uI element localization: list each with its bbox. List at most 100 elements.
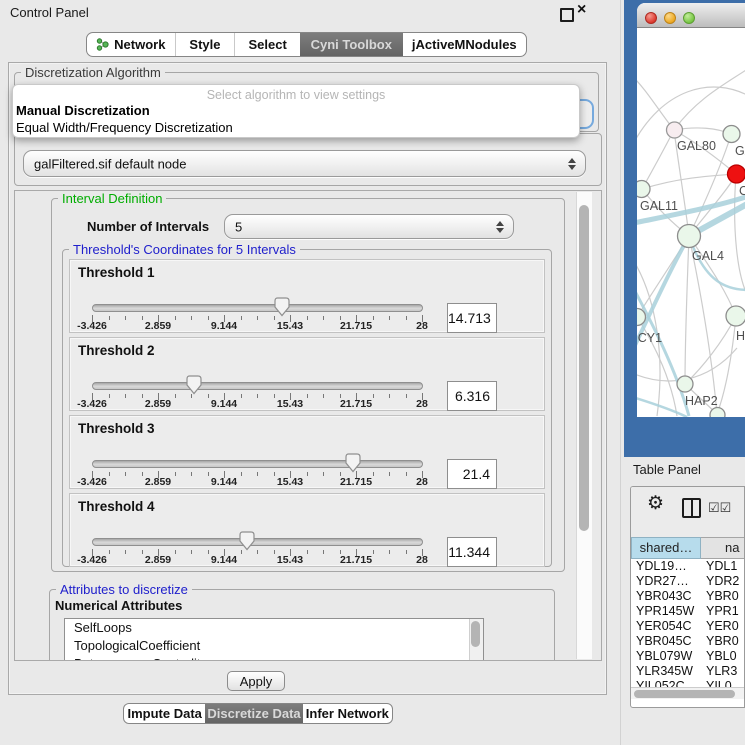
network-node-gal80[interactable]	[667, 122, 683, 138]
slider-track[interactable]	[92, 304, 423, 312]
attribute-list-item[interactable]: SelfLoops	[65, 619, 483, 637]
network-window-titlebar[interactable]	[637, 3, 745, 28]
slider-tick-label: 2.859	[123, 476, 193, 488]
network-node-label: H	[736, 329, 745, 343]
tab-style[interactable]: Style	[175, 33, 235, 56]
slider-thumb[interactable]	[239, 531, 255, 551]
tab-network[interactable]: Network	[87, 33, 175, 56]
menu-item-equal-width-frequency[interactable]: Equal Width/Frequency Discretization	[16, 120, 233, 135]
cell-name: YDR2	[701, 574, 745, 589]
scrollbar-thumb[interactable]	[634, 690, 735, 698]
network-edge[interactable]	[642, 130, 674, 189]
network-node-ga[interactable]	[723, 126, 740, 143]
network-node-h[interactable]	[726, 306, 745, 326]
network-edge[interactable]	[637, 76, 674, 130]
network-edge[interactable]	[685, 236, 689, 384]
slider-tick-label: -3.426	[57, 554, 127, 566]
threshold-value-field[interactable]: 11.344	[447, 537, 497, 567]
attributes-list-scrollbar[interactable]	[469, 619, 483, 661]
slider-track[interactable]	[92, 460, 423, 468]
tab-discretize-data[interactable]: Discretize Data	[205, 704, 302, 723]
tab-cyni-toolbox[interactable]: Cyni Toolbox	[300, 33, 403, 56]
table-row[interactable]: YLR345WYLR3	[631, 664, 745, 679]
numerical-attributes-list[interactable]: SelfLoopsTopologicalCoefficientBetweenne…	[64, 618, 484, 661]
table-row[interactable]: YBL079WYBL0	[631, 649, 745, 664]
close-icon[interactable]: ×	[577, 1, 586, 19]
settings-vertical-scrollbar[interactable]	[576, 192, 592, 659]
table-row[interactable]: YDL19…YDL1	[631, 559, 745, 574]
network-edge[interactable]	[637, 280, 689, 416]
slider-thumb[interactable]	[345, 453, 361, 473]
table-horizontal-scrollbar[interactable]	[631, 687, 744, 699]
threshold-panel: Threshold 1-3.4262.8599.14415.4321.71528…	[69, 259, 545, 333]
network-edge[interactable]	[642, 174, 736, 189]
slider-thumb[interactable]	[274, 297, 290, 317]
split-columns-icon[interactable]	[682, 498, 701, 518]
close-traffic-light-icon[interactable]	[645, 12, 657, 24]
network-edge[interactable]	[674, 68, 745, 130]
apply-button[interactable]: Apply	[227, 671, 285, 691]
cell-shared-name: YPR145W	[631, 604, 701, 619]
attributes-group-label: Attributes to discretize	[56, 582, 192, 597]
slider-tick-label: 2.859	[123, 398, 193, 410]
table-data-combo[interactable]: galFiltered.sif default node	[23, 150, 586, 177]
tab-infer-network[interactable]: Infer Network	[303, 704, 392, 723]
network-graph[interactable]: GAL80GACGAL11GAL4GCY1HHAP2	[637, 28, 745, 417]
threshold-value-field[interactable]: 21.4	[447, 459, 497, 489]
cell-shared-name: YDL19…	[631, 559, 701, 574]
scrollbar-thumb[interactable]	[471, 621, 480, 647]
table-panel-title: Table Panel	[633, 462, 701, 477]
attribute-list-item[interactable]: BetweennessCentrality	[65, 655, 483, 661]
scrollbar-thumb[interactable]	[579, 205, 589, 531]
menu-item-manual-discretization[interactable]: Manual Discretization	[16, 103, 150, 118]
gear-icon[interactable]: ⚙	[647, 492, 664, 515]
network-edge[interactable]	[717, 316, 736, 414]
table-data-combo-value: galFiltered.sif default node	[34, 156, 186, 171]
network-node[interactable]	[710, 408, 725, 418]
slider-track[interactable]	[92, 538, 423, 546]
minimize-traffic-light-icon[interactable]	[664, 12, 676, 24]
threshold-label: Threshold 4	[78, 499, 155, 514]
table-row[interactable]: YBR043CYBR0	[631, 589, 745, 604]
tab-jactivemnodules[interactable]: jActiveMNodules	[403, 33, 526, 56]
tab-impute-data[interactable]: Impute Data	[124, 704, 205, 723]
attribute-list-item[interactable]: TopologicalCoefficient	[65, 637, 483, 655]
network-node-c[interactable]	[728, 165, 745, 183]
network-node-gal11[interactable]	[637, 181, 650, 198]
cell-shared-name: YBR043C	[631, 589, 701, 604]
control-panel-tabbar: NetworkStyleSelectCyni Toolbox jActiveMNo…	[86, 32, 527, 57]
slider-tick-label: 21.715	[321, 554, 391, 566]
cell-shared-name: YER054C	[631, 619, 701, 634]
float-window-icon[interactable]	[560, 8, 574, 22]
threshold-value-field[interactable]: 6.316	[447, 381, 497, 411]
table-row[interactable]: YIL052CYIL0	[631, 679, 745, 687]
thresholds-group-label: Threshold's Coordinates for 5 Intervals	[69, 242, 300, 257]
checkbox-pair-icon[interactable]: ☑☑	[708, 500, 731, 516]
table-row[interactable]: YER054CYER0	[631, 619, 745, 634]
network-node-hap2[interactable]	[677, 376, 693, 392]
table-row[interactable]: YPR145WYPR1	[631, 604, 745, 619]
cell-name: YLR3	[701, 664, 745, 679]
threshold-panel: Threshold 3-3.4262.8599.14415.4321.71528…	[69, 415, 545, 489]
number-of-intervals-combo[interactable]: 5	[224, 214, 514, 239]
slider-tick-label: 15.43	[255, 476, 325, 488]
slider-thumb[interactable]	[186, 375, 202, 395]
slider-track[interactable]	[92, 382, 423, 390]
column-header-shared[interactable]: shared…	[631, 537, 701, 559]
network-canvas[interactable]: GAL80GACGAL11GAL4GCY1HHAP2	[637, 28, 745, 417]
slider-tick-label: 15.43	[255, 398, 325, 410]
table-row[interactable]: YBR045CYBR0	[631, 634, 745, 649]
algorithm-popup-hint: Select algorithm to view settings	[13, 88, 579, 102]
threshold-value-field[interactable]: 14.713	[447, 303, 497, 333]
network-node-gal4[interactable]	[678, 225, 701, 248]
table-row[interactable]: YDR27…YDR2	[631, 574, 745, 589]
network-edge[interactable]	[637, 396, 687, 417]
number-of-intervals-value: 5	[235, 219, 242, 234]
column-header-name[interactable]: na	[701, 537, 745, 559]
zoom-traffic-light-icon[interactable]	[683, 12, 695, 24]
algorithm-dropdown-popup: Select algorithm to view settings Manual…	[12, 84, 580, 138]
cell-name: YER0	[701, 619, 745, 634]
tab-select[interactable]: Select	[234, 33, 300, 56]
tab-label: jActiveMNodules	[412, 37, 517, 52]
cell-shared-name: YDR27…	[631, 574, 701, 589]
